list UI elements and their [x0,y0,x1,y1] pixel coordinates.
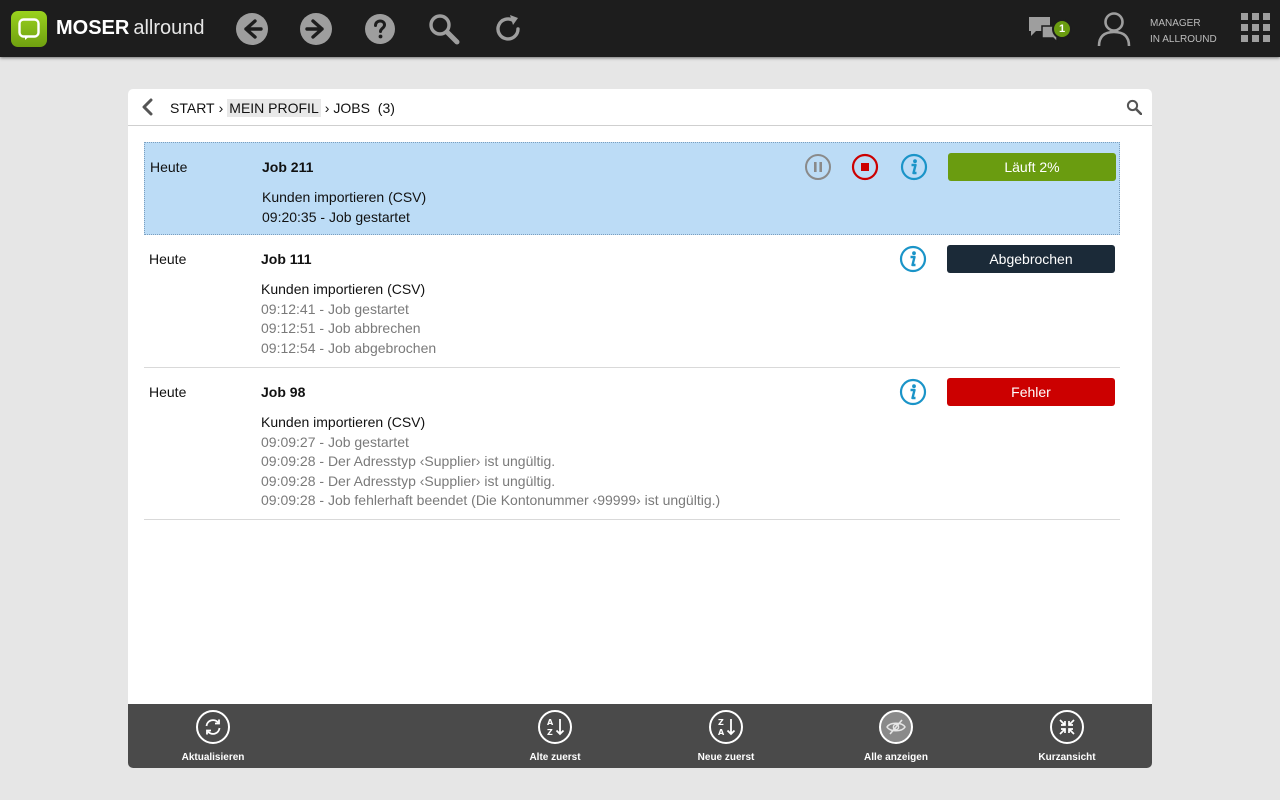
forward-button[interactable] [298,11,334,47]
info-button[interactable] [899,378,927,406]
arrow-left-icon [236,13,268,45]
compact-view-button[interactable]: Kurzansicht [1012,710,1122,763]
app-logo-icon[interactable] [11,11,47,47]
bottom-toolbar: Aktualisieren AZ Alte zuerst ZA Neue zue… [128,704,1152,768]
svg-text:A: A [718,728,725,737]
job-row[interactable]: Heute Job 98 Kunden importieren (CSV) 09… [144,368,1120,520]
job-list: Heute Job 211 Kunden importieren (CSV) 0… [144,142,1120,520]
refresh-icon [196,710,230,744]
job-date: Heute [149,384,187,400]
job-title: Job 111 [261,251,312,267]
sort-newest-first-button[interactable]: ZA Neue zuerst [671,710,781,763]
collapse-icon [1050,710,1084,744]
svg-text:Z: Z [547,728,553,737]
breadcrumb-jobs: JOBS [333,100,370,116]
job-title: Job 211 [262,159,314,175]
search-icon [429,14,460,45]
job-row[interactable]: Heute Job 211 Kunden importieren (CSV) 0… [144,142,1120,235]
refresh-button[interactable]: Aktualisieren [158,710,268,763]
messages-button[interactable]: 1 [1028,14,1072,46]
user-avatar-icon[interactable] [1097,11,1131,47]
breadcrumb-bar: START › MEIN PROFIL › JOBS (3) [128,89,1152,126]
svg-text:A: A [547,718,554,727]
status-badge[interactable]: Abgebrochen [947,245,1115,273]
user-info[interactable]: MANAGER IN ALLROUND [1150,16,1217,48]
info-button[interactable] [899,245,927,273]
arrow-right-icon [300,13,332,45]
notification-badge: 1 [1052,19,1072,39]
job-date: Heute [149,251,187,267]
job-log: Kunden importieren (CSV) 09:20:35 - Job … [262,189,427,225]
job-log: Kunden importieren (CSV) 09:09:27 - Job … [261,414,721,508]
status-badge[interactable]: Läuft 2% [948,153,1116,181]
sort-oldest-first-button[interactable]: AZ Alte zuerst [500,710,610,763]
help-button[interactable] [362,11,398,47]
stop-button[interactable] [851,153,879,181]
sort-descending-icon: ZA [709,710,743,744]
pause-button[interactable] [804,153,832,181]
info-icon [899,378,927,406]
apps-grid-icon[interactable] [1241,13,1271,43]
app-brand: MOSER allround [56,17,205,39]
info-icon [900,153,928,181]
breadcrumb: START › MEIN PROFIL › JOBS (3) [170,99,395,117]
info-icon [899,245,927,273]
info-button[interactable] [900,153,928,181]
status-badge[interactable]: Fehler [947,378,1115,406]
help-icon [365,14,395,44]
pause-icon [805,154,831,180]
sort-ascending-icon: AZ [538,710,572,744]
svg-text:Z: Z [718,718,724,727]
job-title: Job 98 [261,384,306,400]
show-all-button[interactable]: Alle anzeigen [841,710,951,763]
top-bar: MOSER allround 1 MANAGER IN ALLROUND [0,0,1280,57]
stop-icon [851,153,879,181]
panel-search-icon[interactable] [1126,99,1143,116]
eye-off-icon [879,710,913,744]
breadcrumb-mein-profil[interactable]: MEIN PROFIL [227,99,321,117]
search-button[interactable] [426,11,462,47]
breadcrumb-back-icon[interactable] [140,98,156,116]
reload-button[interactable] [490,11,526,47]
breadcrumb-start[interactable]: START [170,100,215,116]
jobs-panel: START › MEIN PROFIL › JOBS (3) Heute Job 211… [128,89,1152,768]
job-row[interactable]: Heute Job 111 Kunden importieren (CSV) 0… [144,235,1120,368]
reload-icon [496,15,520,41]
job-log: Kunden importieren (CSV) 09:12:41 - Job … [261,281,437,356]
job-date: Heute [150,159,188,175]
jobs-count: (3) [377,100,395,116]
back-button[interactable] [234,11,270,47]
